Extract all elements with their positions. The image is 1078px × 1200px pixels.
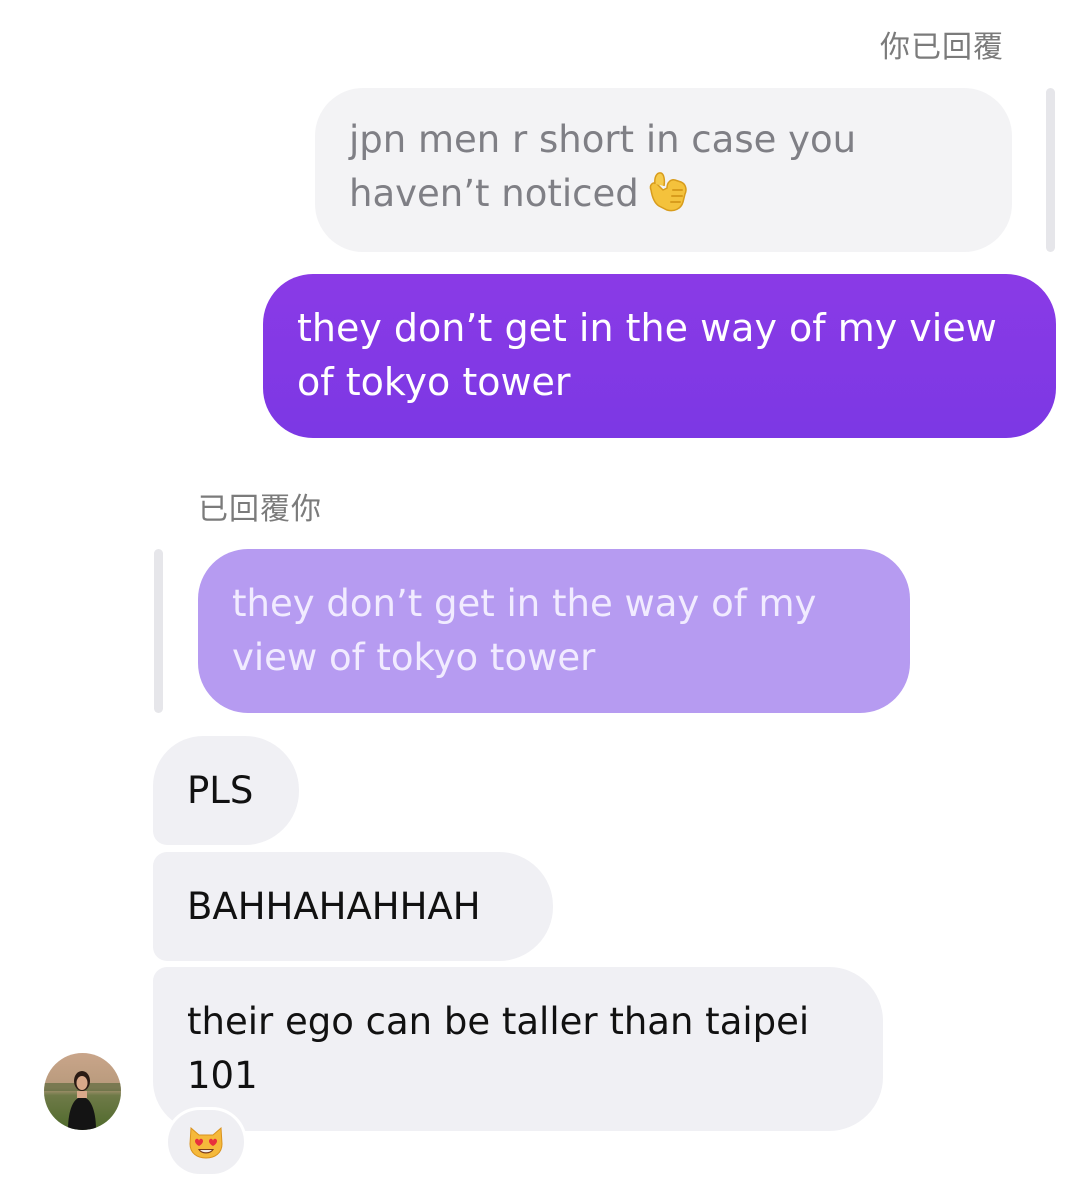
quoted-message-text: jpn men r short in case you haven’t noti… <box>349 118 857 215</box>
quoted-message[interactable]: jpn men r short in case you haven’t noti… <box>315 88 1012 252</box>
received-message[interactable]: BAHHAHAHHAH <box>153 852 553 961</box>
chat-thread: 你已回覆 jpn men r short in case you haven’t… <box>0 0 1078 1200</box>
sent-message[interactable]: they don’t get in the way of my view of … <box>263 274 1056 438</box>
received-message-text: PLS <box>187 769 254 812</box>
quoted-message-text: they don’t get in the way of my view of … <box>232 582 817 679</box>
received-message-text: their ego can be taller than taipei 101 <box>187 1000 810 1097</box>
received-message[interactable]: their ego can be taller than taipei 101 <box>153 967 883 1131</box>
replied-to-you-label: 已回覆你 <box>198 492 322 527</box>
quoted-message[interactable]: they don’t get in the way of my view of … <box>198 549 910 713</box>
avatar[interactable] <box>44 1053 121 1130</box>
call-me-hand-icon <box>649 172 687 212</box>
message-reaction[interactable] <box>165 1107 247 1177</box>
received-message-text: BAHHAHAHHAH <box>187 885 481 928</box>
quote-bar <box>154 549 163 713</box>
sent-message-text: they don’t get in the way of my view of … <box>297 306 997 404</box>
quote-bar <box>1046 88 1055 252</box>
received-message[interactable]: PLS <box>153 736 299 845</box>
reaction-pill <box>168 1110 244 1174</box>
you-replied-label: 你已回覆 <box>880 30 1004 65</box>
smiling-cat-heart-eyes-icon <box>189 1126 223 1159</box>
profile-photo <box>44 1053 121 1130</box>
